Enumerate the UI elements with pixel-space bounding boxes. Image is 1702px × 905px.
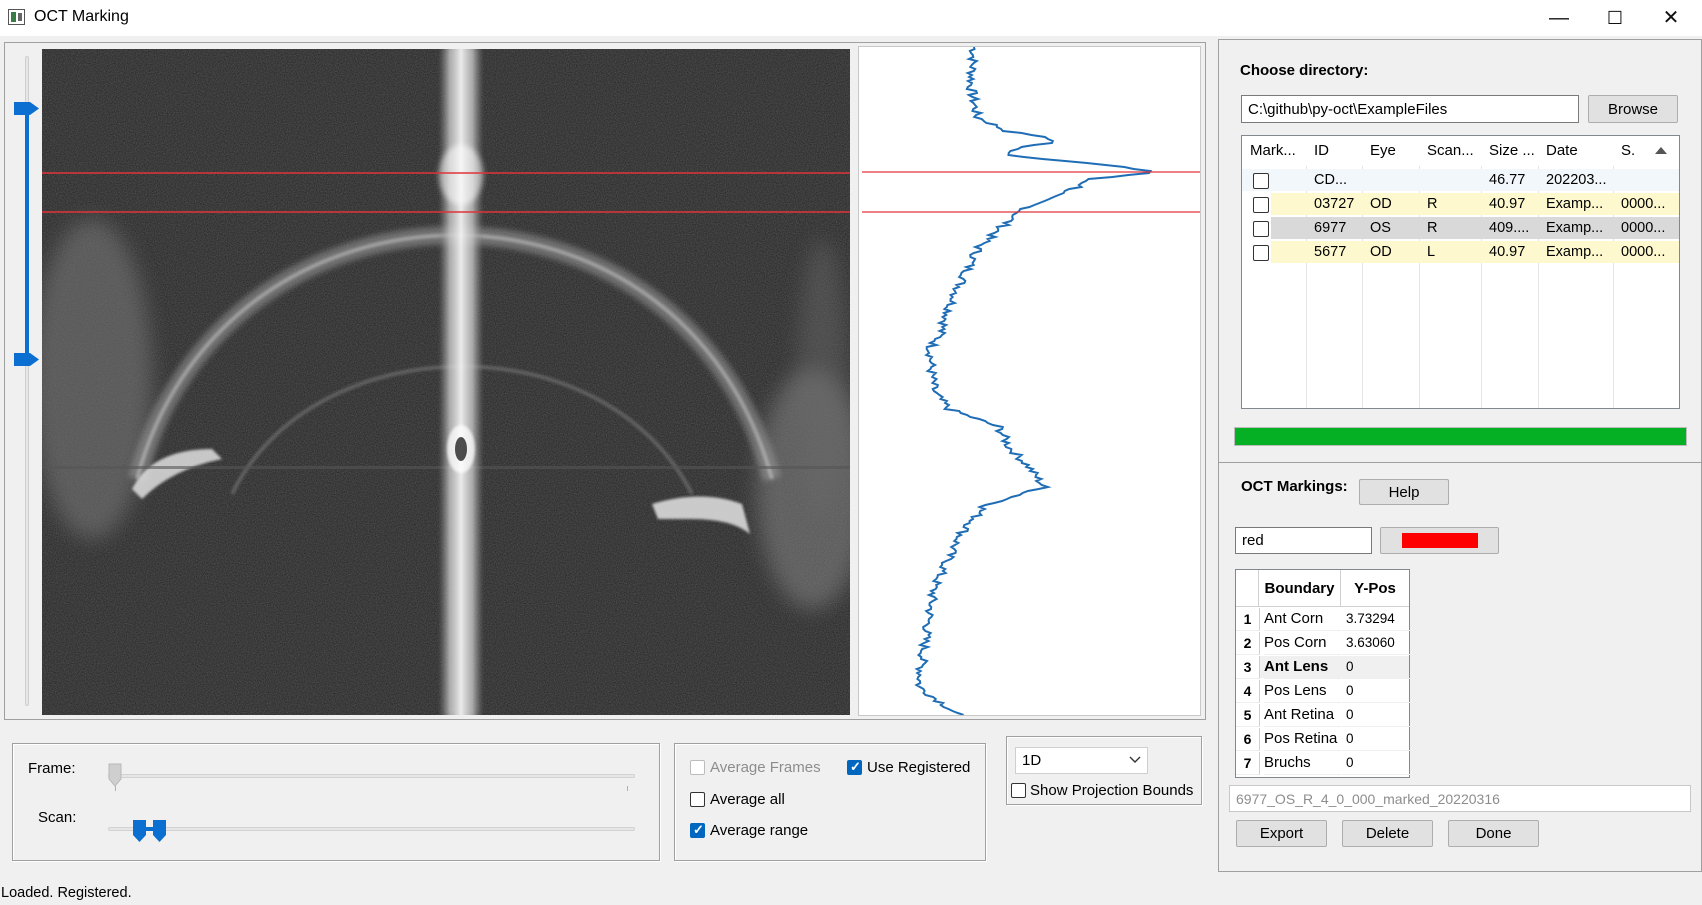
ypos-cell[interactable]: 0 bbox=[1342, 656, 1413, 679]
row-number[interactable]: 5 bbox=[1236, 704, 1260, 727]
filename-placeholder: 6977_OS_R_4_0_000_marked_20220316 bbox=[1236, 790, 1500, 807]
export-button[interactable]: Export bbox=[1236, 820, 1327, 847]
show-projection-bounds-label: Show Projection Bounds bbox=[1030, 782, 1194, 799]
oct-scan-image[interactable] bbox=[42, 49, 850, 715]
table-row[interactable]: CD... 46.77 202203... bbox=[1242, 169, 1679, 191]
use-registered-checkbox[interactable] bbox=[847, 759, 862, 775]
title-bar: OCT Marking — ☐ ✕ bbox=[0, 0, 1702, 36]
row-checkbox[interactable] bbox=[1253, 245, 1269, 261]
window-title: OCT Marking bbox=[34, 8, 129, 25]
choose-directory-label: Choose directory: bbox=[1240, 62, 1369, 79]
color-name-input[interactable]: red bbox=[1235, 527, 1372, 554]
ypos-cell[interactable]: 0 bbox=[1342, 728, 1413, 751]
scan-slider-handle-start[interactable] bbox=[132, 819, 147, 843]
mode-select[interactable]: 1D bbox=[1015, 747, 1148, 774]
boundary-cell-selected[interactable]: Ant Lens bbox=[1264, 656, 1341, 679]
row-checkbox[interactable] bbox=[1253, 197, 1269, 213]
column-header-s[interactable]: S. bbox=[1613, 136, 1679, 166]
row-number[interactable]: 1 bbox=[1236, 608, 1260, 631]
show-projection-bounds-checkbox[interactable] bbox=[1011, 783, 1026, 798]
browse-button[interactable]: Browse bbox=[1588, 95, 1678, 123]
status-text: Loaded. Registered. bbox=[1, 885, 132, 901]
color-swatch bbox=[1401, 533, 1478, 548]
scan-label: Scan: bbox=[38, 809, 77, 826]
row-checkbox[interactable] bbox=[1253, 221, 1269, 237]
row-number[interactable]: 6 bbox=[1236, 728, 1260, 751]
column-header-ypos[interactable]: Y-Pos bbox=[1341, 570, 1409, 607]
vertical-range-slider[interactable] bbox=[14, 56, 39, 706]
boundary-cell[interactable]: Ant Retina bbox=[1264, 704, 1341, 727]
directory-path-input[interactable]: C:\github\py-oct\ExampleFiles bbox=[1241, 95, 1579, 123]
boundary-cell[interactable]: Ant Corn bbox=[1264, 608, 1341, 631]
lower-slider-handle[interactable] bbox=[14, 352, 40, 367]
average-all-label: Average all bbox=[710, 791, 785, 808]
maximize-button[interactable]: ☐ bbox=[1592, 0, 1638, 36]
column-header-mark[interactable]: Mark... bbox=[1242, 136, 1315, 166]
help-button[interactable]: Help bbox=[1359, 479, 1449, 505]
column-header-scan[interactable]: Scan... bbox=[1419, 136, 1490, 166]
boundary-cell[interactable]: Pos Retina bbox=[1264, 728, 1341, 751]
ypos-cell[interactable]: 3.63060 bbox=[1342, 632, 1413, 655]
profile-line bbox=[914, 47, 1153, 715]
scan-range-slider[interactable] bbox=[108, 820, 635, 842]
chevron-down-icon bbox=[1129, 755, 1141, 765]
frame-slider-handle[interactable] bbox=[108, 763, 122, 787]
ypos-cell[interactable]: 0 bbox=[1342, 752, 1413, 775]
row-number[interactable]: 4 bbox=[1236, 680, 1260, 703]
table-row[interactable]: 03727 OD R 40.97 Examp... 0000... bbox=[1242, 193, 1679, 215]
use-registered-label: Use Registered bbox=[867, 759, 971, 776]
table-row[interactable]: 5677 OD L 40.97 Examp... 0000... bbox=[1242, 241, 1679, 263]
file-table[interactable]: Mark... ID Eye Scan... Size ... Date S. … bbox=[1241, 135, 1680, 409]
color-picker-button[interactable] bbox=[1380, 527, 1499, 554]
scan-slider-handle-end[interactable] bbox=[152, 819, 167, 843]
status-bar: Loaded. Registered. bbox=[0, 881, 1702, 905]
column-header-boundary[interactable]: Boundary bbox=[1259, 570, 1341, 607]
frame-label: Frame: bbox=[28, 760, 76, 777]
close-button[interactable]: ✕ bbox=[1648, 0, 1694, 36]
average-all-checkbox[interactable] bbox=[690, 792, 705, 807]
row-number[interactable]: 3 bbox=[1236, 656, 1260, 679]
progress-fill bbox=[1235, 428, 1686, 445]
done-button[interactable]: Done bbox=[1448, 820, 1539, 847]
row-number[interactable]: 7 bbox=[1236, 752, 1260, 775]
mode-select-value: 1D bbox=[1022, 752, 1042, 769]
average-frames-label: Average Frames bbox=[710, 759, 821, 776]
upper-slider-handle[interactable] bbox=[14, 101, 40, 116]
sort-ascending-icon bbox=[1655, 147, 1667, 154]
delete-button[interactable]: Delete bbox=[1342, 820, 1433, 847]
table-row-selected[interactable]: 6977 OS R 409.... Examp... 0000... bbox=[1242, 217, 1679, 239]
average-range-checkbox[interactable] bbox=[690, 822, 705, 838]
boundary-cell[interactable]: Bruchs bbox=[1264, 752, 1341, 775]
intensity-profile-plot[interactable] bbox=[858, 46, 1201, 716]
minimize-button[interactable]: — bbox=[1536, 0, 1582, 36]
average-frames-checkbox[interactable] bbox=[690, 760, 705, 775]
ypos-cell[interactable]: 0 bbox=[1342, 680, 1413, 703]
column-header-date[interactable]: Date bbox=[1538, 136, 1622, 166]
app-icon bbox=[8, 9, 25, 25]
row-number[interactable]: 2 bbox=[1236, 632, 1260, 655]
progress-bar bbox=[1234, 427, 1687, 446]
average-range-label: Average range bbox=[710, 822, 809, 839]
oct-markings-label: OCT Markings: bbox=[1241, 478, 1348, 495]
frame-scan-group bbox=[12, 743, 660, 861]
boundary-cell[interactable]: Pos Corn bbox=[1264, 632, 1341, 655]
boundary-table[interactable]: Boundary Y-Pos 1 Ant Corn 3.73294 2 Pos … bbox=[1235, 569, 1413, 778]
ypos-cell[interactable]: 3.73294 bbox=[1342, 608, 1413, 631]
frame-slider[interactable] bbox=[108, 763, 635, 791]
boundary-cell[interactable]: Pos Lens bbox=[1264, 680, 1341, 703]
output-filename-input[interactable]: 6977_OS_R_4_0_000_marked_20220316 bbox=[1229, 785, 1691, 812]
ypos-cell[interactable]: 0 bbox=[1342, 704, 1413, 727]
row-checkbox[interactable] bbox=[1253, 173, 1269, 189]
